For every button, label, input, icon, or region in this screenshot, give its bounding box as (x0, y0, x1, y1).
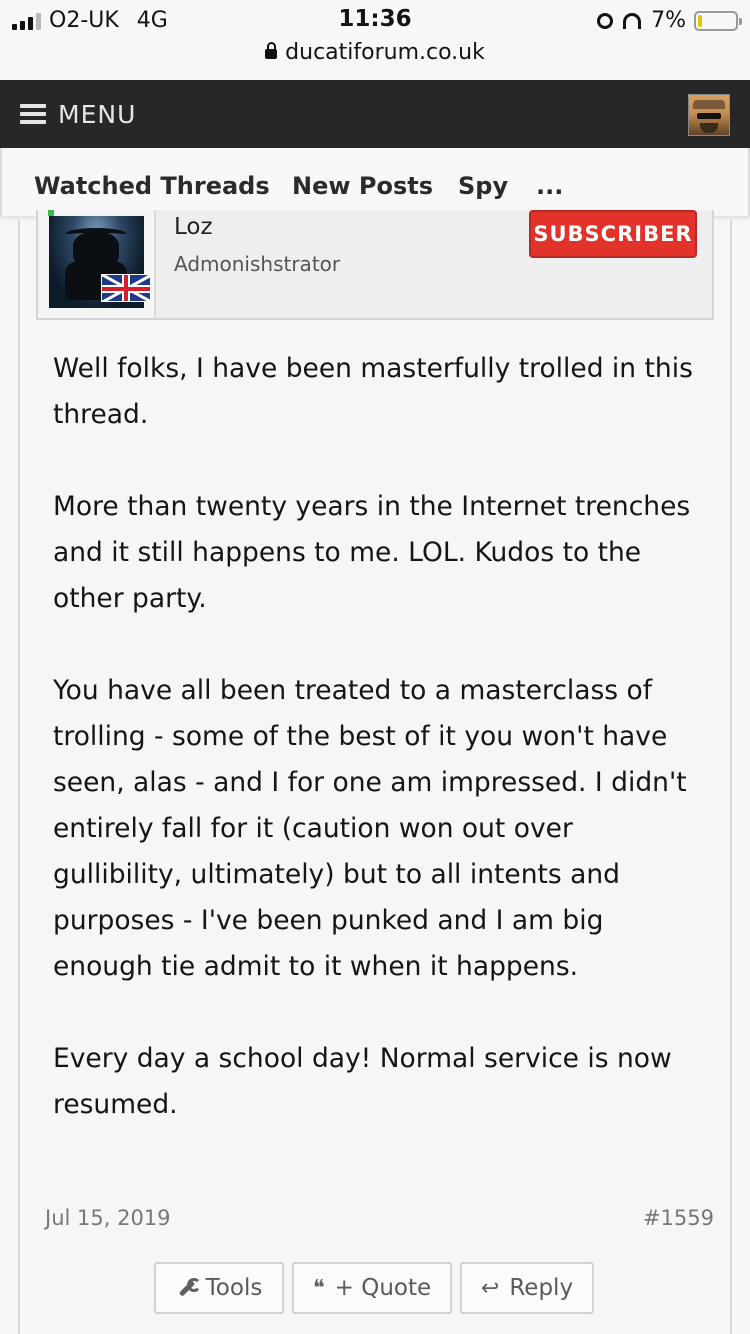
tools-button[interactable]: Tools (154, 1262, 284, 1314)
post-paragraph: You have all been treated to a mastercla… (53, 675, 687, 982)
post-number[interactable]: #1559 (643, 1206, 714, 1230)
tools-label: Tools (205, 1275, 263, 1301)
post-paragraph: More than twenty years in the Internet t… (53, 491, 691, 614)
tab-new-posts[interactable]: New Posts (292, 172, 433, 200)
author-title: Admonishstrator (174, 252, 341, 276)
address-bar[interactable]: ducatiforum.co.uk (0, 40, 750, 65)
post-date[interactable]: Jul 15, 2019 (45, 1206, 171, 1230)
uk-flag-icon (101, 274, 151, 302)
tab-more[interactable]: ... (536, 172, 563, 200)
post-paragraph: Well folks, I have been masterfully trol… (53, 353, 693, 430)
reply-icon: ↩ (480, 1275, 500, 1301)
top-navbar: MENU (0, 80, 750, 148)
hamburger-icon (20, 104, 46, 124)
url-text: ducatiforum.co.uk (285, 40, 485, 65)
tab-watched-threads[interactable]: Watched Threads (34, 172, 270, 200)
alarm-icon (597, 12, 614, 29)
subscriber-badge: SUBSCRIBER (529, 210, 697, 258)
headphones-icon (623, 12, 642, 29)
post-body: Well folks, I have been masterfully trol… (53, 346, 703, 1174)
battery-percent: 7% (651, 8, 686, 33)
menu-button[interactable]: MENU (20, 80, 136, 148)
battery-icon (694, 10, 742, 31)
menu-label: MENU (58, 99, 137, 129)
status-bar: O2-UK 4G 11:36 ducatiforum.co.uk 7% (0, 0, 750, 80)
author-username[interactable]: Loz (174, 214, 213, 240)
tab-spy[interactable]: Spy (458, 172, 508, 200)
quote-button[interactable]: ❝ + Quote (292, 1262, 452, 1314)
wrench-icon (176, 1278, 201, 1298)
user-avatar[interactable] (688, 94, 730, 136)
lock-icon (265, 42, 278, 59)
quote-label: + Quote (334, 1275, 432, 1301)
post-author-card: Loz Admonishstrator SUBSCRIBER (36, 210, 714, 320)
reply-button[interactable]: ↩ Reply (460, 1262, 594, 1314)
quote-icon: ❝ (312, 1275, 325, 1301)
post-paragraph: Every day a school day! Normal service i… (53, 1043, 672, 1120)
status-right: 7% (597, 8, 742, 33)
reply-label: Reply (509, 1275, 574, 1301)
author-avatar-column (38, 210, 156, 318)
